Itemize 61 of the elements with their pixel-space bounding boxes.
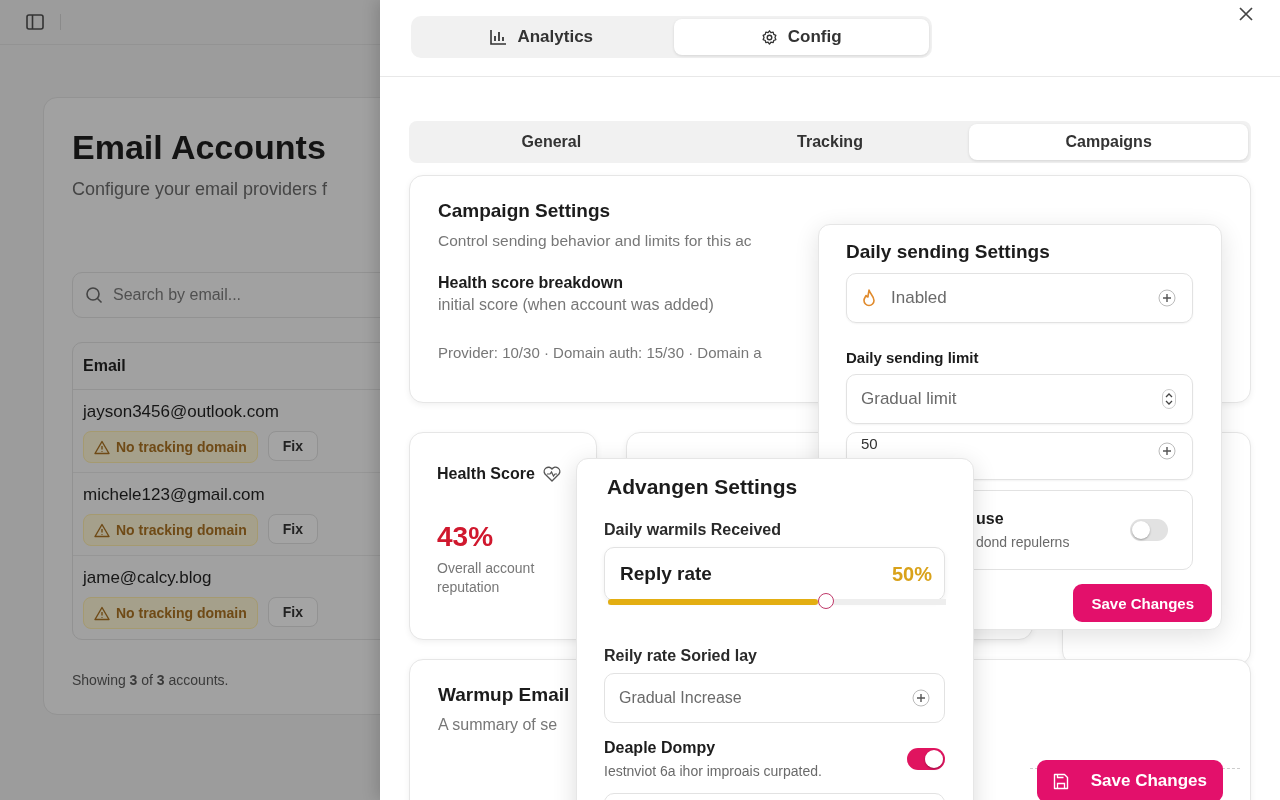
limit-select[interactable]: Gradual limit — [846, 374, 1193, 424]
fix-button[interactable]: Fix — [267, 514, 318, 544]
section-subtitle: initial score (when account was added) — [438, 296, 714, 314]
status-field[interactable]: Inabled — [846, 273, 1193, 323]
fix-button[interactable]: Fix — [267, 597, 318, 627]
bar-chart-icon — [490, 29, 508, 45]
warning-badge: No tracking domain — [83, 431, 258, 463]
warning-badge: No tracking domain — [83, 514, 258, 546]
save-changes-button[interactable]: Save Changes — [1073, 584, 1212, 622]
view-tab[interactable]: Config — [673, 19, 929, 55]
section-title: Health score breakdown — [438, 274, 623, 292]
heart-icon — [542, 466, 561, 482]
select-field[interactable]: Gradual Increase — [604, 673, 945, 723]
search-icon — [85, 286, 103, 304]
email-address: michele123@gmail.com — [83, 485, 266, 505]
card-subtitle: Control sending behavior and limits for this ac — [438, 232, 752, 250]
setting-title: use — [976, 510, 1005, 528]
health-score-caption: Overall account reputation — [437, 559, 536, 597]
card-title: Warmup Email — [438, 684, 570, 706]
toggle-switch[interactable] — [907, 748, 945, 770]
sidebar-toggle-icon[interactable] — [26, 14, 44, 30]
plus-icon — [1158, 289, 1176, 307]
accounts-count: Showing 3 of 3 accounts. — [72, 672, 230, 688]
card-title: Campaign Settings — [438, 200, 611, 222]
settings-tab[interactable]: Tracking — [690, 124, 970, 160]
email-address: jame@calcy.blog — [83, 568, 213, 588]
settings-tab[interactable]: Campaigns — [969, 124, 1248, 160]
field-label: Reily rate Soried lay — [604, 647, 758, 665]
card-subtitle: A summary of se — [438, 716, 558, 734]
up-down-icon — [1162, 389, 1176, 409]
warning-icon — [94, 522, 110, 538]
field-label: Daily warmils Received — [604, 521, 782, 539]
popover-title: Advangen Settings — [607, 475, 799, 499]
column-header: Email — [83, 357, 126, 375]
plus-icon — [912, 689, 930, 707]
slider-thumb[interactable] — [817, 593, 834, 609]
slider-reading: 50% — [891, 562, 932, 586]
page-title: Email Accounts — [72, 128, 327, 167]
plus-icon — [1158, 442, 1176, 460]
setting-description: dond repulerns — [976, 534, 1071, 550]
card-title: Health Score — [437, 465, 535, 483]
popover-title: Daily sending Settings — [846, 241, 1051, 263]
warning-icon — [94, 605, 110, 621]
email-address: jayson3456@outlook.com — [83, 402, 280, 422]
settings-icon — [760, 28, 778, 46]
settings-tab[interactable]: General — [412, 124, 691, 160]
save-changes-button[interactable]: Save Changes — [1036, 760, 1223, 800]
field-label: Daily sending limit — [846, 349, 980, 366]
save-icon — [1052, 772, 1069, 790]
warning-badge: No tracking domain — [83, 597, 258, 629]
health-score-value: 43% — [437, 521, 495, 553]
toggle-switch[interactable] — [1130, 519, 1168, 541]
score-breakdown: Provider: 10/30 · Domain auth: 15/30 · Domain a — [438, 344, 762, 361]
view-tab[interactable]: Analytics — [414, 19, 670, 55]
slider-label: Reply rate — [620, 563, 713, 585]
setting-title: Deaple Dompy — [604, 739, 717, 757]
warning-icon — [94, 439, 110, 455]
fix-button[interactable]: Fix — [267, 431, 318, 461]
page-subtitle: Configure your email providers f — [72, 179, 329, 200]
setting-description: Iestnviot 6a ihor improais curpated. — [604, 763, 823, 779]
flame-icon — [861, 289, 877, 307]
